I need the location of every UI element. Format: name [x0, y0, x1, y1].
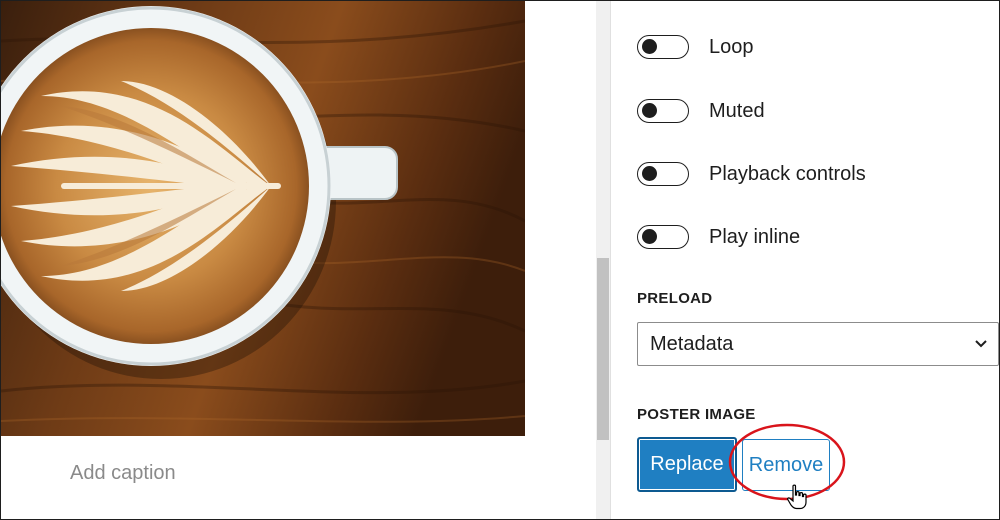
latte-photo	[1, 1, 525, 436]
replace-button[interactable]: Replace	[637, 437, 737, 492]
muted-toggle[interactable]	[637, 99, 689, 123]
poster-image-label: POSTER IMAGE	[637, 406, 756, 423]
loop-toggle[interactable]	[637, 35, 689, 59]
toggle-row-muted[interactable]: Muted	[637, 97, 765, 125]
chevron-down-icon	[975, 340, 987, 348]
caption-field[interactable]: Add caption	[70, 462, 176, 485]
toggle-knob	[642, 39, 657, 54]
toggle-label: Loop	[709, 35, 754, 58]
toggle-row-play-inline[interactable]: Play inline	[637, 223, 800, 251]
video-poster-image[interactable]	[1, 1, 525, 436]
toggle-row-playback-controls[interactable]: Playback controls	[637, 160, 866, 188]
preload-select[interactable]: Metadata	[637, 322, 999, 366]
scrollbar[interactable]	[596, 0, 610, 520]
preload-label: PRELOAD	[637, 290, 713, 307]
block-settings-sidebar: Loop Muted Playback controls Play inline…	[611, 0, 1000, 520]
preload-value: Metadata	[650, 332, 734, 355]
toggle-label: Play inline	[709, 225, 801, 248]
play-inline-toggle[interactable]	[637, 225, 689, 249]
playback-controls-toggle[interactable]	[637, 162, 689, 186]
toggle-label: Muted	[709, 99, 765, 122]
toggle-row-loop[interactable]: Loop	[637, 33, 754, 61]
toggle-knob	[642, 103, 657, 118]
toggle-label: Playback controls	[709, 162, 866, 185]
toggle-knob	[642, 166, 657, 181]
editor-canvas: Add caption	[0, 0, 596, 520]
hand-cursor-icon	[787, 484, 807, 510]
scrollbar-thumb[interactable]	[597, 258, 609, 440]
toggle-knob	[642, 229, 657, 244]
